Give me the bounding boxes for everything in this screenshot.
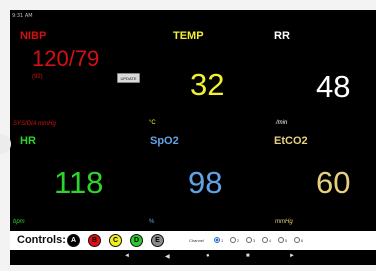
etco2-unit: mmHg [275, 219, 293, 225]
channel-radio-6[interactable] [294, 237, 300, 243]
system-nav-bar: ◄ ◀ ● ■ ► [10, 250, 376, 265]
nibp-label: NIBP [20, 30, 47, 42]
volume-down-icon[interactable]: ◄ [124, 253, 130, 259]
etco2-value: 60 [316, 165, 351, 200]
status-time: 9:31 AM [12, 13, 33, 19]
control-button-c[interactable]: C [109, 234, 122, 247]
channel-radio-2[interactable] [230, 237, 236, 243]
channel-radio-5[interactable] [278, 237, 284, 243]
control-button-a[interactable]: A [67, 234, 80, 247]
rr-unit: /min [276, 120, 288, 126]
temp-value: 32 [190, 67, 225, 102]
update-button[interactable]: UPDATE [117, 73, 140, 83]
spo2-unit: % [149, 219, 155, 225]
temp-unit: °C [149, 120, 156, 126]
temp-label: TEMP [173, 30, 204, 42]
channel-radio-3-label: 3 [253, 237, 256, 243]
home-icon[interactable]: ● [206, 253, 210, 259]
control-button-d[interactable]: D [130, 234, 143, 247]
controls-bar: Controls: A B C D E Channel 1 2 3 4 5 6 [10, 231, 376, 250]
hr-value: 118 [54, 165, 104, 200]
channel-radio-1-label: 1 [221, 237, 224, 243]
control-button-b[interactable]: B [88, 234, 101, 247]
rr-value: 48 [316, 69, 351, 104]
channel-radio-4[interactable] [262, 237, 268, 243]
channel-radio-2-label: 2 [237, 237, 240, 243]
channel-radio-1[interactable] [214, 237, 220, 243]
hr-unit: bpm [13, 219, 25, 225]
volume-up-icon[interactable]: ► [289, 253, 295, 259]
controls-label: Controls: [17, 234, 66, 246]
channel-radio-6-label: 6 [301, 237, 304, 243]
channel-radio-5-label: 5 [285, 237, 288, 243]
etco2-label: EtCO2 [274, 135, 308, 147]
back-icon[interactable]: ◀ [165, 253, 170, 260]
monitor-screen: 9:31 AM NIBP 120/79 (92) SYS/DIA mmHg UP… [10, 10, 376, 265]
spo2-label: SpO2 [150, 135, 179, 147]
channel-label: Channel [189, 238, 204, 243]
channel-radio-3[interactable] [246, 237, 252, 243]
recents-icon[interactable]: ■ [246, 253, 250, 259]
hr-label: HR [20, 135, 36, 147]
spo2-value: 98 [188, 165, 223, 200]
nibp-mean: (92) [32, 74, 43, 80]
rr-label: RR [274, 30, 290, 42]
nibp-unit: SYS/DIA mmHg [13, 121, 56, 127]
control-button-e[interactable]: E [151, 234, 164, 247]
nibp-value: 120/79 [32, 46, 100, 71]
status-bar: 9:31 AM [10, 10, 376, 24]
channel-radio-4-label: 4 [269, 237, 272, 243]
